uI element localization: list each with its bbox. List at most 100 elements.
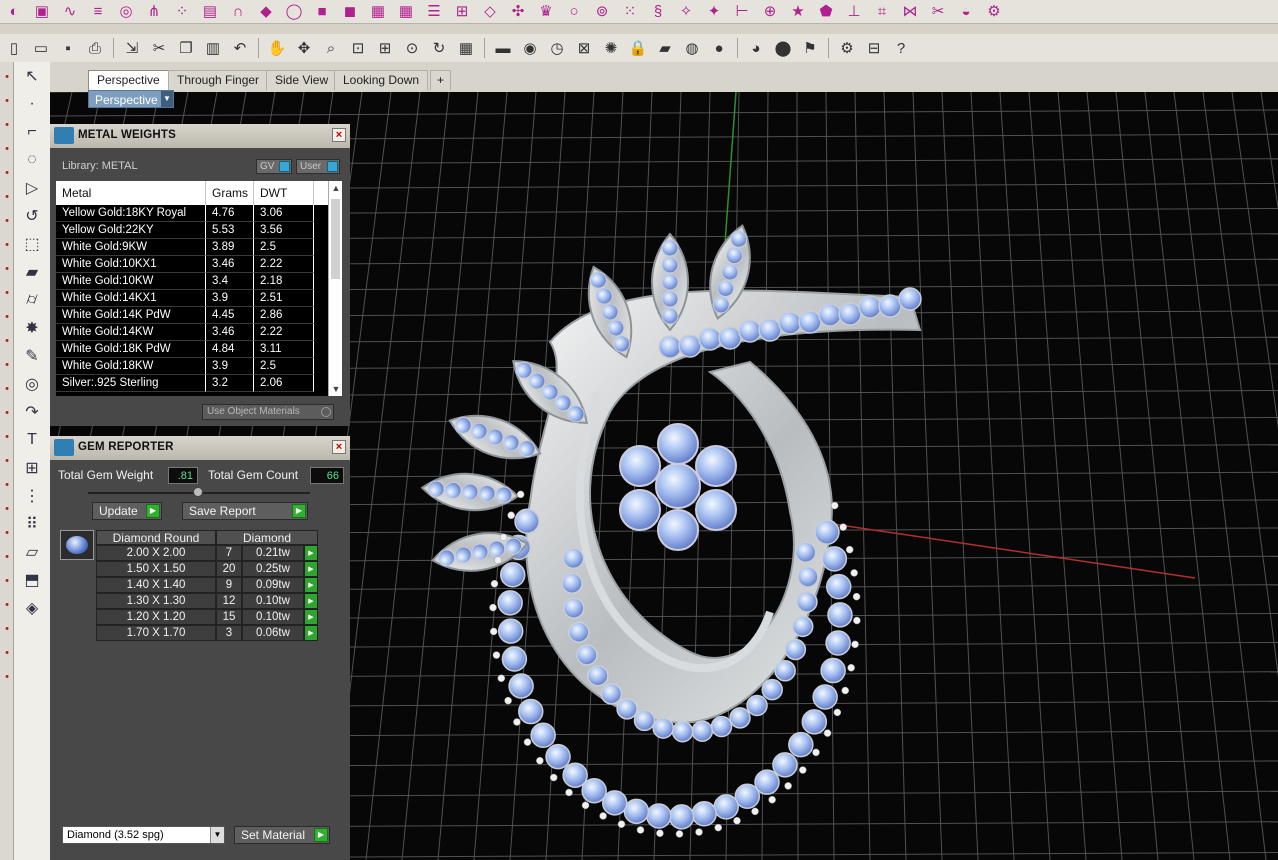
table-row[interactable]: Yellow Gold:22KY 5.53 3.56 xyxy=(56,222,328,239)
gem-row[interactable]: 1.50 X 1.50 20 0.25tw ▶ xyxy=(96,561,318,577)
scroll-thumb[interactable] xyxy=(331,199,340,279)
transform-icon[interactable]: ⬚ xyxy=(14,230,50,258)
pattern-icon[interactable]: ⋮ xyxy=(14,482,50,510)
rotate-icon[interactable]: ↺ xyxy=(14,202,50,230)
open-icon[interactable]: ▭ xyxy=(29,37,53,59)
column-header-grams[interactable]: Grams xyxy=(206,181,254,205)
cube-icon[interactable]: • xyxy=(1,212,13,230)
layer-icon[interactable]: ▰ xyxy=(653,37,677,59)
polygon-icon[interactable]: ⬟ xyxy=(814,1,838,23)
add-tab-button[interactable]: + xyxy=(430,70,452,90)
pan-icon[interactable]: ✋ xyxy=(265,37,289,59)
solid-box-icon[interactable]: ▰ xyxy=(14,258,50,286)
car-icon[interactable]: ▬ xyxy=(491,37,515,59)
arc-icon[interactable]: • xyxy=(1,500,13,518)
gv-toggle[interactable]: GV xyxy=(256,159,292,174)
close-icon[interactable]: × xyxy=(332,440,346,454)
sphere-icon[interactable]: ⬤ xyxy=(771,37,795,59)
pave-grid-icon[interactable]: ⁙ xyxy=(618,1,642,23)
shell-icon[interactable]: ◈ xyxy=(14,594,50,622)
cut-plane-icon[interactable]: ◐ xyxy=(2,1,26,23)
table-row[interactable]: White Gold:14K PdW 4.45 2.86 xyxy=(56,307,328,324)
ring-icon[interactable]: • xyxy=(1,380,13,398)
select-arrow-icon[interactable]: ↖ xyxy=(14,62,50,90)
scroll-up-icon[interactable]: ▲ xyxy=(329,181,342,195)
gem-reporter-titlebar[interactable]: GEM REPORTER × xyxy=(50,436,350,460)
boolean-icon[interactable]: ◎ xyxy=(14,370,50,398)
export-icon[interactable]: ⇲ xyxy=(120,37,144,59)
tab-through-finger[interactable]: Through Finger xyxy=(168,70,269,90)
icon-s[interactable]: • xyxy=(1,572,13,590)
prong-icon[interactable]: ⋔ xyxy=(142,1,166,23)
text-icon[interactable]: • xyxy=(1,284,13,302)
box-icon[interactable]: ▣ xyxy=(30,1,54,23)
rotate-view-icon[interactable]: ↻ xyxy=(427,37,451,59)
array-icon[interactable]: ▦ xyxy=(366,1,390,23)
cube-icon[interactable]: ⬒ xyxy=(14,566,50,594)
mesh-icon[interactable]: • xyxy=(1,596,13,614)
gem-row[interactable]: 1.20 X 1.20 15 0.10tw ▶ xyxy=(96,609,318,625)
gem-cut-icon[interactable]: ◆ xyxy=(254,1,278,23)
slider-knob[interactable] xyxy=(193,487,203,497)
arch-icon[interactable]: ∩ xyxy=(226,1,250,23)
scroll-down-icon[interactable]: ▼ xyxy=(329,382,342,396)
filter-icon[interactable]: • xyxy=(1,308,13,326)
target-icon[interactable]: ⊕ xyxy=(758,1,782,23)
text-icon[interactable]: • xyxy=(1,524,13,542)
gem-row[interactable]: 2.00 X 2.00 7 0.21tw ▶ xyxy=(96,545,318,561)
shape-icon[interactable]: • xyxy=(1,236,13,254)
curve-icon[interactable]: ↷ xyxy=(14,398,50,426)
help-icon[interactable]: ? xyxy=(889,37,913,59)
cube-icon[interactable]: • xyxy=(1,620,13,638)
edit-icon[interactable]: ✎ xyxy=(14,342,50,370)
tab-looking-down[interactable]: Looking Down xyxy=(334,70,429,90)
stone-icon[interactable]: ◇ xyxy=(478,1,502,23)
net-icon[interactable]: ⋈ xyxy=(898,1,922,23)
array-icon[interactable]: ⊞ xyxy=(14,454,50,482)
rails-icon[interactable]: ≡ xyxy=(86,1,110,23)
shank-icon[interactable]: ◯ xyxy=(282,1,306,23)
select-icon[interactable]: • xyxy=(1,92,13,110)
color-wheel-icon[interactable]: ◍ xyxy=(680,37,704,59)
table-row[interactable]: White Gold:14KW 3.46 2.22 xyxy=(56,324,328,341)
bezel-icon[interactable]: ◎ xyxy=(114,1,138,23)
light-icon[interactable]: ✺ xyxy=(599,37,623,59)
text-icon[interactable]: T xyxy=(14,426,50,454)
table-row[interactable]: White Gold:14KX1 3.9 2.51 xyxy=(56,290,328,307)
paste-icon[interactable]: ▥ xyxy=(201,37,225,59)
gallery-icon[interactable]: ⊞ xyxy=(450,1,474,23)
print-icon[interactable]: ⎙ xyxy=(83,37,107,59)
table-row[interactable]: White Gold:10KW 3.4 2.18 xyxy=(56,273,328,290)
mesh-icon[interactable]: ⌗ xyxy=(870,1,894,23)
point-icon[interactable]: · xyxy=(14,90,50,118)
table-row[interactable]: White Gold:18K PdW 4.84 3.11 xyxy=(56,341,328,358)
render-icon[interactable]: ◕ xyxy=(744,37,768,59)
gem-slider[interactable] xyxy=(88,487,310,497)
frame-icon[interactable]: • xyxy=(1,332,13,350)
star-icon[interactable]: ★ xyxy=(786,1,810,23)
calendar-icon[interactable]: ☰ xyxy=(422,1,446,23)
clock-icon[interactable]: ◷ xyxy=(545,37,569,59)
rotate-icon[interactable]: ✥ xyxy=(292,37,316,59)
table-row[interactable]: Yellow Gold:18KY Royal 4.76 3.06 xyxy=(56,205,328,222)
dot-icon[interactable]: • xyxy=(1,164,13,182)
gem-thumbnail[interactable] xyxy=(60,530,94,560)
eye-icon[interactable]: ◉ xyxy=(518,37,542,59)
zoom-extents-icon[interactable]: ⊞ xyxy=(373,37,397,59)
cube-icon[interactable]: • xyxy=(1,140,13,158)
shape-icon[interactable]: • xyxy=(1,428,13,446)
gem-row[interactable]: 1.40 X 1.40 9 0.09tw ▶ xyxy=(96,577,318,593)
column-header-metal[interactable]: Metal xyxy=(56,181,206,205)
row-select-icon[interactable]: ▶ xyxy=(304,545,318,561)
cube-icon[interactable]: ■ xyxy=(310,1,334,23)
shape-icon[interactable]: • xyxy=(1,644,13,662)
table-row[interactable]: White Gold:9KW 3.89 2.5 xyxy=(56,239,328,256)
lock-icon[interactable]: 🔒 xyxy=(626,37,650,59)
ruler-icon[interactable]: ⊢ xyxy=(730,1,754,23)
viewport-dropdown-icon[interactable]: ▼ xyxy=(161,91,173,107)
user-toggle[interactable]: User xyxy=(296,159,340,174)
row-select-icon[interactable]: ▶ xyxy=(304,577,318,593)
zoom-icon[interactable]: ⌕ xyxy=(319,37,343,59)
sparkle-icon[interactable]: • xyxy=(1,452,13,470)
channel-icon[interactable]: ▤ xyxy=(198,1,222,23)
